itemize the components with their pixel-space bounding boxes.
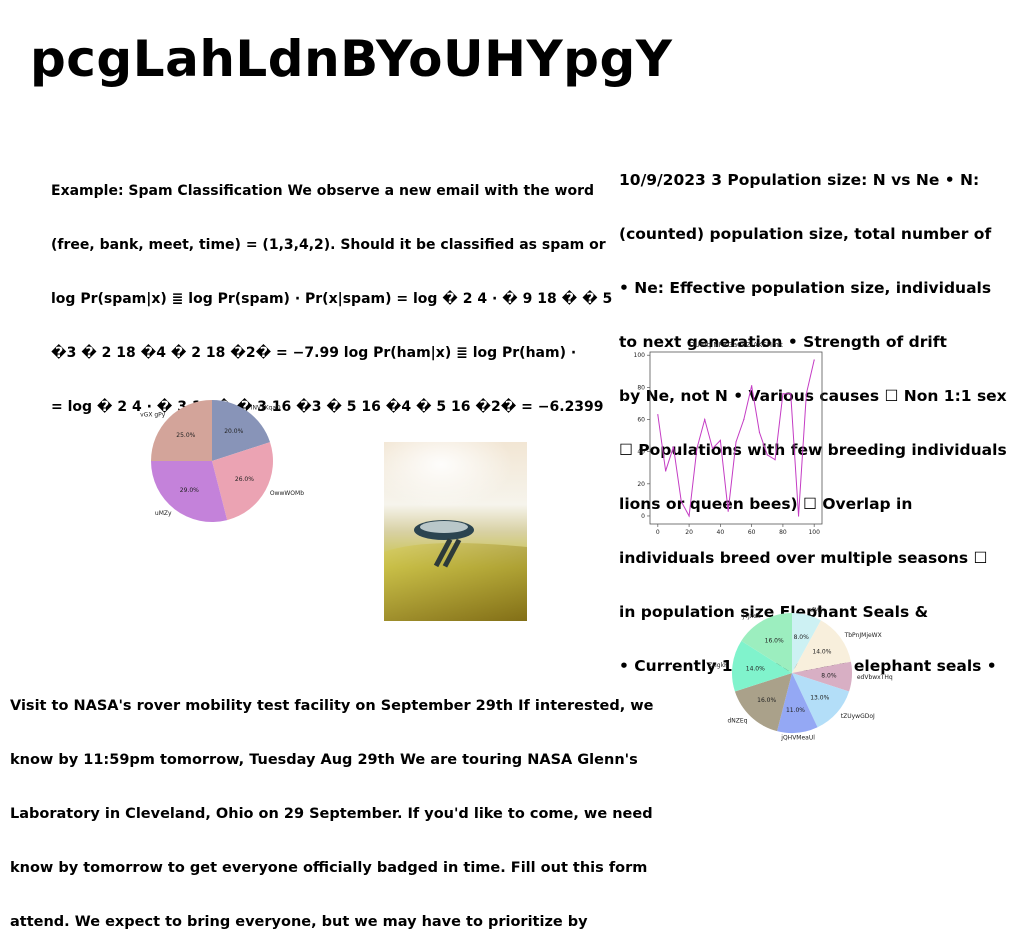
- pie-slice-percent: 16.0%: [757, 697, 776, 704]
- series-line: [657, 359, 815, 518]
- pie-slice-label: TbPnJMjeWX: [844, 632, 882, 639]
- data-point: [805, 393, 807, 395]
- text-line: �3 � 2 18 �4 � 2 18 �2� = −7.99 log Pr(h…: [51, 345, 577, 361]
- text-line: individuals breed over multiple seasons …: [619, 549, 988, 567]
- pie-slice-label: jQHVMeaUl: [780, 735, 815, 742]
- data-point: [711, 447, 714, 450]
- data-point: [719, 439, 721, 442]
- pie-slice-label: vGX gPy: [140, 411, 166, 418]
- pie-slice: [151, 400, 212, 461]
- data-point: [688, 515, 690, 517]
- pie-slice-percent: 8.0%: [794, 634, 810, 641]
- pie-chart-left: lNVxKqaD 20.0% OwwWOMb 26.0% uMZy 29.0% vGX gP…: [140, 400, 304, 522]
- data-point: [751, 385, 753, 387]
- x-tick-label: 20: [685, 529, 693, 536]
- text-line: log Pr(spam|x) ≣ log Pr(spam) · Pr(x|spa…: [51, 291, 613, 307]
- pie-slice-percent: 26.0%: [235, 476, 254, 483]
- x-tick-label: 0: [656, 529, 660, 536]
- y-tick-label: 80: [637, 384, 645, 391]
- data-point: [665, 470, 667, 472]
- y-tick-label: 40: [637, 449, 645, 456]
- x-tick-label: 60: [748, 529, 756, 536]
- text-line: (free, bank, meet, time) = (1,3,4,2). Sh…: [51, 237, 606, 253]
- y-tick-label: 0: [641, 513, 645, 520]
- x-tick-label: 40: [717, 529, 725, 536]
- pie-slice-percent: 14.0%: [812, 648, 831, 655]
- plot-frame: [649, 351, 823, 525]
- pie-slice-label: lNVxKqaD: [251, 405, 281, 412]
- pie-slice-label: OwwWOMb: [270, 490, 304, 497]
- page-title: pcgLahLdnBYoUHYpgY: [30, 30, 673, 88]
- pie-slice-percent: 14.0%: [746, 665, 765, 672]
- line-chart: OUWq NFRGaCFZIAKEHmk 0 20 40 60 80 100 0 20 40 60 8…: [634, 341, 823, 536]
- data-point: [743, 418, 745, 421]
- data-point: [813, 359, 815, 361]
- text-line: know by 11:59pm tomorrow, Tuesday Aug 29…: [10, 752, 638, 768]
- text-line: 10/9/2023 3 Population size: N vs Ne • N…: [619, 171, 980, 189]
- text-line: • Ne: Effective population size, individ…: [619, 279, 992, 297]
- data-point: [727, 510, 729, 512]
- x-tick-label: 80: [779, 529, 787, 536]
- pie-slice-label: tZUywGDoJ: [841, 713, 875, 720]
- text-line: know by tomorrow to get everyone officia…: [10, 860, 648, 876]
- pie-slice-label: jTJxdx: [742, 613, 761, 620]
- pie-slice-percent: 16.0%: [765, 638, 784, 645]
- data-point: [735, 441, 737, 443]
- data-point: [696, 447, 698, 450]
- pie-slice-label: edVbwxTHq: [857, 674, 893, 681]
- x-tick-label: 100: [808, 529, 820, 536]
- data-point: [704, 418, 706, 421]
- pie-slice-percent: 25.0%: [176, 432, 195, 439]
- text-line: Laboratory in Cleveland, Ohio on 29 Sept…: [10, 806, 653, 822]
- data-point: [774, 459, 776, 461]
- data-point: [672, 446, 675, 448]
- text-line: Visit to NASA's rover mobility test faci…: [10, 698, 654, 714]
- data-point: [797, 515, 800, 517]
- pie-slice-percent: 29.0%: [180, 487, 199, 494]
- chart-title: OUWq NFRGaCFZIAKEHmk: [689, 341, 784, 349]
- data-point: [782, 393, 784, 395]
- data-point: [680, 500, 682, 503]
- data-point: [657, 414, 659, 416]
- aerial-island-photo: [384, 442, 527, 621]
- nasa-visit-text: Visit to NASA's rover mobility test faci…: [10, 661, 670, 949]
- pie-slice-label: uMZy: [155, 510, 172, 517]
- pie-slice-label: ZHgkF: [708, 662, 728, 669]
- pie-slice-percent: 13.0%: [810, 694, 829, 701]
- data-point: [758, 431, 761, 433]
- y-tick-label: 60: [637, 417, 645, 424]
- text-line: (counted) population size, total number …: [619, 225, 992, 243]
- pie-slice-label: dNZEq: [727, 717, 747, 724]
- pie-slice-percent: 8.0%: [821, 672, 837, 679]
- text-line: attend. We expect to bring everyone, but…: [10, 914, 588, 930]
- pie-slice-percent: 20.0%: [224, 428, 243, 435]
- pie-slice-label: nfMIj: [808, 607, 823, 614]
- pie-chart-right: nfMIj 8.0% TbPnJMjeWX 14.0% edVbwxTHq 8.0% tZU…: [708, 607, 893, 742]
- y-tick-label: 20: [637, 481, 645, 488]
- y-tick-label: 100: [634, 352, 646, 359]
- pie-slice-percent: 11.0%: [786, 707, 805, 714]
- data-point: [766, 454, 768, 456]
- text-line: Example: Spam Classification We observe …: [51, 183, 595, 199]
- data-point: [790, 393, 792, 395]
